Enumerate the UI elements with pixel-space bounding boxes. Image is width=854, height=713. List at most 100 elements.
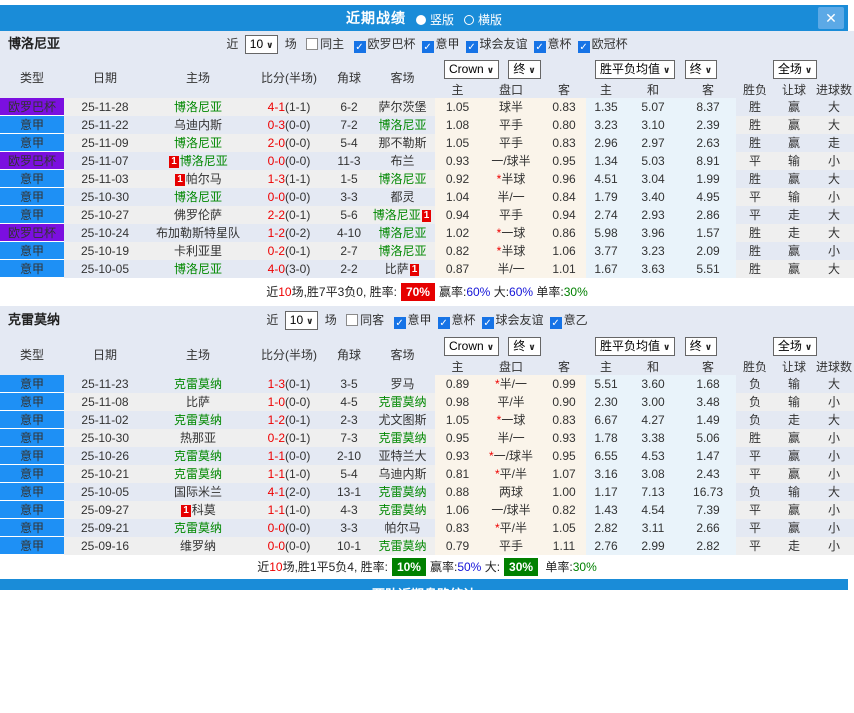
- mean-final-select[interactable]: 终 ∨: [684, 336, 718, 356]
- cell-odds-away: 0.96: [542, 169, 587, 188]
- league-label[interactable]: 意乙: [564, 313, 588, 327]
- league-checkbox[interactable]: ✓: [421, 41, 434, 53]
- cell-away-team: 萨尔茨堡: [370, 98, 435, 116]
- cell-handicap-result: 输: [788, 377, 801, 392]
- full-time-score: 1-3: [267, 171, 285, 186]
- cell-handicap-result: 赢: [788, 449, 801, 463]
- cell-corners: 13-1: [336, 484, 362, 499]
- cell-away-team: 罗马: [370, 375, 435, 393]
- match-row: 意甲 25-10-30 博洛尼亚 0-0(0-0) 3-3 都灵 1.04 半/一 0.84 1.…: [0, 187, 854, 206]
- league-label[interactable]: 意甲: [436, 37, 460, 51]
- cell-mean-draw: 3.11: [626, 518, 681, 537]
- scope-select[interactable]: 全场 ∨: [772, 59, 818, 79]
- cell-odds-home: 1.05: [435, 133, 480, 152]
- league-label[interactable]: 欧冠杯: [592, 37, 628, 51]
- mean-provider-select[interactable]: 胜平负均值 ∨: [595, 336, 676, 356]
- cell-home-team: 克雷莫纳: [146, 447, 250, 465]
- odds-provider-select[interactable]: Crown ∨: [444, 59, 499, 79]
- mean-final-select[interactable]: 终 ∨: [684, 59, 718, 79]
- cell-league: 意甲: [0, 446, 64, 465]
- cell-result: 平: [749, 449, 762, 463]
- match-row: 意甲 25-09-21 克雷莫纳 0-0(0-0) 3-3 帕尔马 0.83 *平/半 1.05…: [0, 518, 854, 537]
- match-row: 意甲 25-10-30 热那亚 0-2(0-1) 7-3 克雷莫纳 0.95 半/一 0.93 1…: [0, 428, 854, 447]
- cell-handicap-result: 输: [774, 392, 815, 411]
- cell-handicap-result: 赢: [788, 100, 801, 115]
- full-time-score: 1-0: [267, 394, 285, 409]
- cell-league: 意甲: [0, 375, 64, 393]
- away-team-name: 克雷莫纳: [378, 503, 427, 517]
- cell-corners: 3-3: [340, 520, 358, 535]
- away-team-name: 博洛尼亚: [378, 244, 427, 258]
- red-card-badge: 1: [421, 210, 432, 222]
- full-time-score: 1-2: [267, 412, 285, 427]
- same-side-checkbox[interactable]: [306, 38, 319, 50]
- mean-provider-select[interactable]: 胜平负均值 ∨: [595, 59, 676, 79]
- cell-odds-home: 0.79: [435, 536, 480, 555]
- league-label[interactable]: 球会友谊: [480, 37, 528, 51]
- close-icon[interactable]: ✕: [818, 7, 844, 29]
- away-team-name: 罗马: [390, 377, 415, 392]
- cell-corners: 3-5: [340, 376, 358, 391]
- cell-mean-home: 1.67: [586, 259, 627, 278]
- odds-final-select[interactable]: 终 ∨: [508, 336, 541, 356]
- cell-league: 意甲: [0, 133, 64, 152]
- same-side-label[interactable]: 同主: [320, 37, 344, 51]
- vertical-layout-label[interactable]: 竖版: [430, 13, 454, 27]
- league-label[interactable]: 意杯: [452, 313, 476, 327]
- cell-odds-away: 0.86: [542, 223, 587, 242]
- col-mean-draw: 和: [647, 83, 660, 97]
- cell-score: 4-1(1-1): [250, 98, 328, 116]
- full-time-score: 1-1: [267, 448, 285, 463]
- cell-away-team: 比萨 1: [370, 260, 435, 278]
- league-label[interactable]: 意杯: [548, 37, 572, 51]
- league-checkbox[interactable]: ✓: [393, 317, 406, 329]
- league-checkbox[interactable]: ✓: [577, 41, 590, 53]
- match-row: 欧罗巴杯 25-10-24 布加勒斯特星队 1-2(0-2) 4-10 博洛尼亚 1.02 *…: [0, 223, 854, 242]
- horizontal-layout-label[interactable]: 横版: [478, 13, 502, 27]
- horizontal-layout-radio[interactable]: [464, 14, 474, 25]
- cell-mean-home: 6.67: [586, 410, 627, 429]
- cell-away-team: 博洛尼亚: [370, 169, 435, 188]
- league-checkbox[interactable]: ✓: [353, 41, 366, 53]
- odds-final-select[interactable]: 终 ∨: [508, 59, 541, 79]
- cell-away-team: 尤文图斯: [370, 411, 435, 429]
- red-card-badge: 1: [175, 174, 185, 186]
- cell-mean-draw: 4.54: [626, 500, 681, 519]
- cell-mean-away: 1.68: [680, 375, 737, 393]
- recent-count-select[interactable]: 10 ∨: [244, 35, 279, 54]
- cell-handicap: 一/球半: [480, 500, 542, 519]
- league-label[interactable]: 意甲: [408, 313, 432, 327]
- chevron-down-icon: ∨: [486, 341, 494, 352]
- scope-select[interactable]: 全场 ∨: [772, 336, 818, 356]
- half-time-score: (1-0): [285, 502, 311, 517]
- full-time-score: 4-0: [267, 261, 285, 276]
- cell-mean-draw: 4.27: [626, 410, 681, 429]
- cell-result: 平: [736, 464, 775, 483]
- vertical-layout-radio[interactable]: [415, 14, 426, 25]
- col-mean-home: 主: [600, 83, 613, 97]
- league-label[interactable]: 欧罗巴杯: [368, 37, 416, 51]
- away-team-name: 克雷莫纳: [378, 539, 427, 553]
- col-type: 类型: [19, 71, 44, 85]
- match-row: 意甲 25-09-27 1 科莫 1-1(1-0) 4-3 克雷莫纳 1.06 一/球半 0.82…: [0, 500, 854, 519]
- league-checkbox[interactable]: ✓: [533, 41, 546, 53]
- cell-result: 平: [736, 187, 775, 206]
- cell-result: 负: [749, 413, 762, 427]
- same-side-checkbox[interactable]: [346, 314, 359, 326]
- league-checkbox[interactable]: ✓: [549, 317, 562, 329]
- cell-result: 胜: [736, 259, 775, 278]
- odds-provider-select[interactable]: Crown ∨: [444, 336, 499, 356]
- league-label[interactable]: 球会友谊: [496, 313, 544, 327]
- same-side-label[interactable]: 同客: [360, 313, 384, 327]
- league-checkbox[interactable]: ✓: [465, 41, 478, 53]
- league-checkbox[interactable]: ✓: [437, 317, 450, 329]
- recent-count-select[interactable]: 10 ∨: [284, 311, 319, 330]
- cell-mean-home: 1.79: [586, 187, 627, 206]
- summary-part: 大:: [490, 285, 510, 299]
- summary-part: 近: [257, 560, 270, 574]
- half-time-score: (0-2): [285, 225, 311, 240]
- cell-home-team: 维罗纳: [146, 536, 250, 555]
- league-checkbox[interactable]: ✓: [481, 317, 494, 329]
- cell-corners: 11-3: [337, 153, 361, 168]
- cell-handicap-result: 输: [774, 187, 815, 206]
